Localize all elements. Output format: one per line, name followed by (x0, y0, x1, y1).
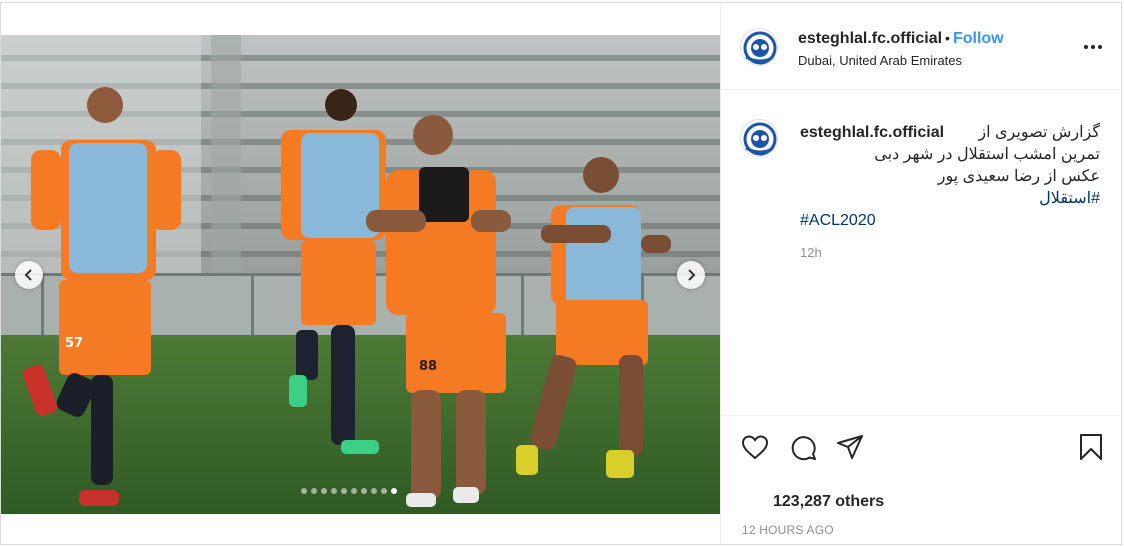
post-photo[interactable]: 57 88 (1, 35, 720, 514)
post-location[interactable]: Dubai, United Arab Emirates (798, 53, 1004, 68)
follow-button[interactable]: Follow (953, 30, 1004, 47)
post-actions: 123,287 others 12 HOURS AGO (721, 415, 1122, 544)
carousel-dot (371, 488, 377, 494)
account-avatar[interactable] (740, 28, 778, 66)
carousel-dot (341, 488, 347, 494)
heart-icon[interactable] (740, 432, 770, 462)
previous-slide-button[interactable] (15, 261, 43, 289)
club-logo-icon (743, 122, 777, 156)
carousel-indicator (301, 488, 397, 494)
hashtag-acl2020[interactable]: #ACL2020 (800, 210, 1100, 232)
caption-timestamp: 12h (800, 245, 822, 260)
bookmark-icon[interactable] (1076, 432, 1106, 462)
post-side-panel: esteghlal.fc.official • Follow Dubai, Unit… (720, 3, 1122, 544)
carousel-dot (361, 488, 367, 494)
carousel-dot (321, 488, 327, 494)
caption-line-2: تمرین امشب استقلال در شهر دبی (874, 146, 1100, 163)
post-media: 57 88 (1, 3, 720, 544)
shirt-number-57: 57 (65, 336, 83, 351)
hashtag-esteghlal[interactable]: #استقلال (800, 188, 1100, 210)
caption-line-1: گزارش تصویری از (978, 124, 1100, 141)
carousel-dot (351, 488, 357, 494)
comment-icon[interactable] (788, 432, 818, 462)
shirt-number-88: 88 (419, 359, 437, 374)
club-logo-icon (743, 31, 777, 65)
likes-count[interactable]: 123,287 others (773, 493, 884, 511)
chevron-left-icon (24, 269, 32, 281)
caption-avatar[interactable] (740, 119, 778, 157)
header-separator: • (945, 30, 950, 46)
header-username[interactable]: esteghlal.fc.official (798, 30, 942, 47)
carousel-dot (311, 488, 317, 494)
caption-text: esteghlal.fc.official گزارش تصویری از تم… (800, 122, 1100, 232)
instagram-post: 57 88 esteghlal.fc.official • Follow Dub… (0, 2, 1122, 545)
carousel-dot (301, 488, 307, 494)
chevron-right-icon (688, 269, 696, 281)
caption-line-3: عکس از رضا سعیدی پور (937, 168, 1100, 185)
more-options-icon[interactable] (1081, 39, 1105, 55)
next-slide-button[interactable] (677, 261, 705, 289)
carousel-dot (391, 488, 397, 494)
carousel-dot (331, 488, 337, 494)
carousel-dot (381, 488, 387, 494)
caption-username[interactable]: esteghlal.fc.official (800, 122, 944, 144)
post-header: esteghlal.fc.official • Follow Dubai, Unit… (721, 3, 1122, 90)
post-date: 12 HOURS AGO (742, 523, 834, 537)
caption-section: esteghlal.fc.official گزارش تصویری از تم… (721, 91, 1122, 415)
share-icon[interactable] (835, 432, 865, 462)
